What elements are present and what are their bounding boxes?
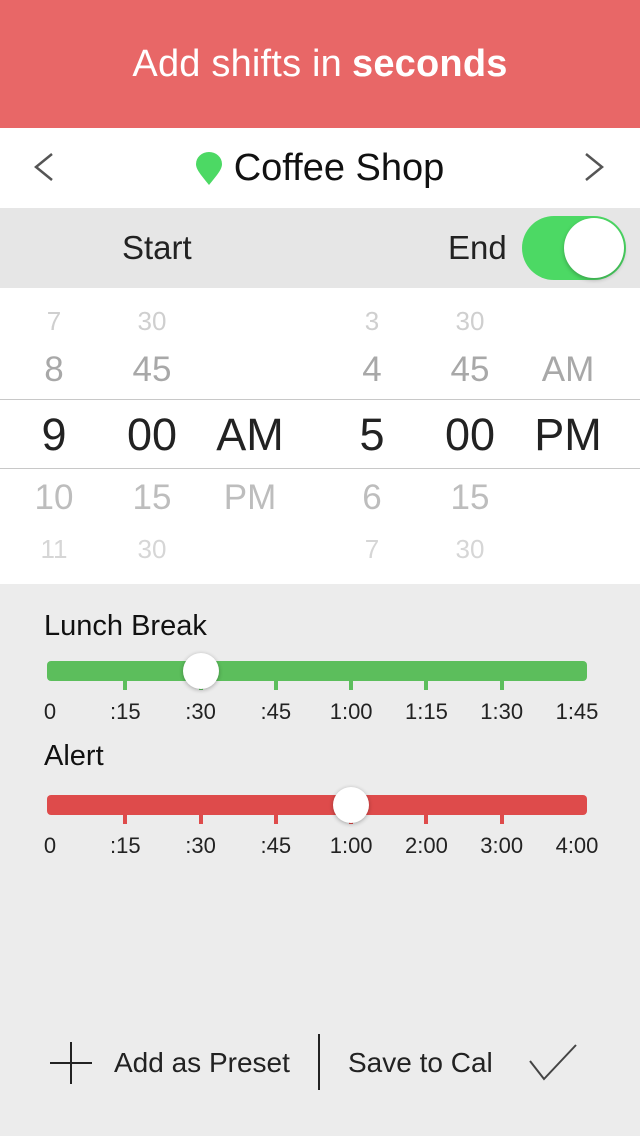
next-location-button[interactable] [574,142,614,192]
slider-tick-label: 1:00 [329,833,373,858]
lunch-slider-track[interactable] [47,661,587,681]
chevron-right-icon [585,153,604,181]
end-time-toggle[interactable] [522,216,626,280]
header-title-prefix: Add shifts in [132,42,343,85]
picker-item: 7 [46,306,62,336]
end-minute-selected: 00 [444,409,496,460]
picker-item: 45 [132,350,172,389]
time-picker[interactable]: 7 8 9 10 11 30 45 00 15 30 AM PM 3 4 5 6… [0,288,640,584]
add-preset-button[interactable]: Add as Preset [48,1040,290,1086]
confirm-button[interactable] [528,1040,578,1086]
slider-tick-label: 2:00 [405,833,448,858]
lunch-break-label: Lunch Break [44,610,207,642]
slider-tick [123,681,128,690]
picker-item: 45 [450,350,490,389]
picker-item: 7 [364,534,380,564]
picker-item: 4 [362,350,382,389]
slider-tick-label: :15 [109,833,141,858]
end-hour-selected: 5 [359,409,385,460]
location-name: Coffee Shop [233,146,445,189]
slider-tick [198,815,203,824]
picker-item: 8 [44,350,64,389]
slider-tick [273,815,278,824]
end-period-selected: PM [534,409,602,460]
app-header: Add shifts in seconds [0,0,640,128]
start-minute-selected: 00 [126,409,178,460]
alert-slider-thumb[interactable] [333,787,370,823]
slider-tick-label: 1:30 [480,699,524,724]
checkmark-icon [529,1044,577,1081]
picker-item: 10 [34,478,74,517]
slider-tick-label: :45 [260,833,292,858]
start-hour-selected: 9 [41,409,67,460]
picker-item: 30 [137,306,167,336]
slider-tick-label: 1:45 [555,699,599,724]
plus-icon [50,1042,92,1084]
map-pin-icon [195,152,222,185]
slider-tick-label: :30 [185,699,216,724]
alert-label: Alert [44,740,104,772]
toggle-knob [564,218,624,278]
slider-tick [424,681,429,690]
slider-tick-label: 3:00 [480,833,524,858]
picker-item: 30 [137,534,167,564]
slider-tick-label: 1:15 [405,699,448,724]
save-to-cal-label: Save to Cal [348,1047,493,1078]
picker-item: AM [541,350,595,389]
picker-item: PM [223,478,277,517]
header-title-bold: seconds [352,42,508,85]
slider-tick [424,815,429,824]
picker-item: 15 [450,478,490,517]
slider-tick-label: :30 [185,833,216,858]
end-label[interactable]: End [448,208,507,288]
start-period-selected: AM [216,409,284,460]
save-to-cal-button[interactable]: Save to Cal [348,1040,493,1086]
slider-tick [499,815,504,824]
picker-item: 30 [455,306,485,336]
alert-slider-track[interactable] [47,795,587,815]
add-preset-label: Add as Preset [114,1047,290,1078]
location-title[interactable]: Coffee Shop [0,128,640,208]
start-label[interactable]: Start [122,208,192,288]
slider-tick-label: 1:00 [329,699,373,724]
picker-selection-bottom-line [0,468,640,469]
picker-item: 30 [455,534,485,564]
lunch-slider-thumb[interactable] [182,653,219,689]
picker-item: 6 [362,478,382,517]
picker-item: 3 [364,306,380,336]
picker-item: 11 [40,534,68,564]
location-nav: Coffee Shop [0,128,640,208]
slider-tick [273,681,278,690]
slider-tick [349,681,354,690]
slider-tick-label: :45 [260,699,292,724]
picker-item: 15 [132,478,172,517]
slider-tick [499,681,504,690]
slider-tick-label: 0 [43,699,57,724]
slider-tick-label: 0 [43,833,57,858]
slider-tick-label: :15 [109,699,141,724]
picker-selection-top-line [0,399,640,400]
toolbar-divider [318,1034,320,1090]
slider-tick [123,815,128,824]
slider-tick-label: 4:00 [555,833,599,858]
